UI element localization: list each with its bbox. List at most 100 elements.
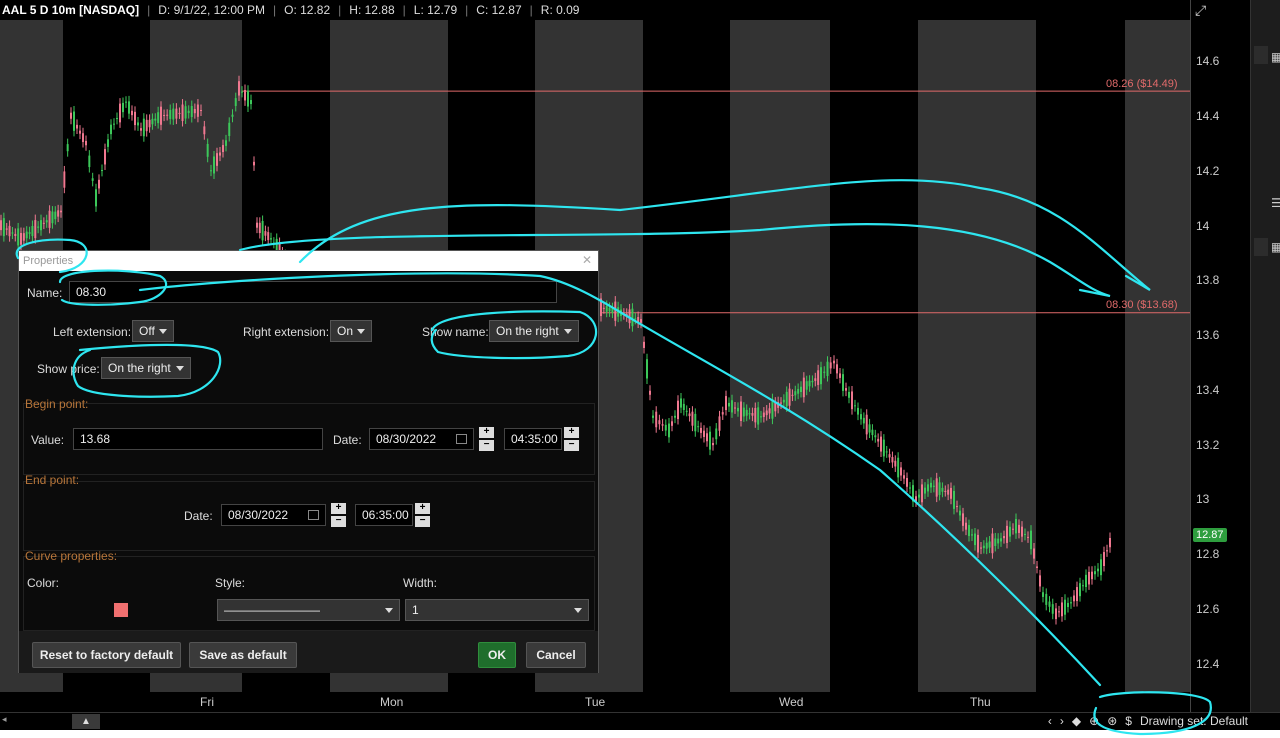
- candle-body: [140, 128, 142, 131]
- candle-body: [37, 226, 40, 228]
- candle-body: [715, 428, 718, 440]
- increment-icon[interactable]: +: [479, 427, 494, 438]
- begin-time-stepper[interactable]: + −: [564, 427, 579, 451]
- scroll-right-icon[interactable]: ›: [1060, 714, 1064, 728]
- candle-body: [14, 233, 17, 236]
- candle-body: [682, 403, 685, 411]
- left-extension-select[interactable]: Off: [132, 320, 174, 342]
- end-date-input[interactable]: 08/30/2022: [221, 504, 326, 526]
- candle-body: [700, 427, 702, 433]
- candle-body: [903, 475, 905, 479]
- zoom-icon[interactable]: ⊛: [1107, 714, 1117, 728]
- side-panel-block[interactable]: [1254, 46, 1268, 64]
- price-line-label-0826[interactable]: 08.26 ($14.49): [1106, 78, 1178, 90]
- axis-tick: 13.8: [1196, 273, 1220, 287]
- candle-body: [709, 431, 711, 450]
- show-name-select[interactable]: On the right: [489, 320, 579, 342]
- candle-body: [256, 222, 258, 228]
- dollar-icon[interactable]: $: [1125, 714, 1132, 728]
- decrement-icon[interactable]: −: [415, 516, 430, 527]
- value-label: Value:: [31, 433, 65, 447]
- side-list-icon[interactable]: ☰: [1271, 196, 1280, 210]
- candle-body: [1039, 575, 1041, 587]
- price-line-label-0830[interactable]: 08.30 ($13.68): [1106, 299, 1178, 311]
- scroll-left-icon[interactable]: ◂: [2, 714, 7, 725]
- end-time-stepper[interactable]: + −: [415, 503, 430, 527]
- increment-icon[interactable]: +: [564, 427, 579, 438]
- candle-body: [1045, 593, 1048, 605]
- scroll-left-icon[interactable]: ‹: [1048, 714, 1052, 728]
- candle-body: [1058, 611, 1060, 613]
- increment-icon[interactable]: +: [415, 503, 430, 514]
- candle-body: [267, 232, 270, 241]
- candle-body: [1018, 524, 1020, 533]
- width-select[interactable]: 1: [405, 599, 589, 621]
- show-price-select[interactable]: On the right: [101, 357, 191, 379]
- price-axis[interactable]: ⤢ 14.6 14.4 14.2 14 13.8 13.6 13.4 13.2 …: [1190, 0, 1250, 712]
- candle-body: [1000, 538, 1002, 542]
- candle-body: [874, 435, 877, 438]
- right-extension-select[interactable]: On: [330, 320, 372, 342]
- value-input[interactable]: 13.68: [73, 428, 323, 450]
- side-panel-block[interactable]: [1254, 238, 1268, 256]
- crosshair-icon[interactable]: ⊕: [1089, 714, 1099, 728]
- calendar-icon[interactable]: [456, 434, 467, 444]
- candle-body: [22, 233, 25, 241]
- candle-body: [674, 415, 676, 418]
- expand-icon[interactable]: ⤢: [1195, 2, 1211, 18]
- candle-body: [950, 487, 952, 499]
- axis-tick: 14.4: [1196, 109, 1220, 123]
- calendar-icon[interactable]: [308, 510, 319, 520]
- end-date-stepper[interactable]: + −: [331, 503, 346, 527]
- right-extension-label: Right extension:: [243, 325, 330, 339]
- candle-body: [677, 400, 679, 420]
- save-as-default-button[interactable]: Save as default: [189, 642, 297, 668]
- cancel-button[interactable]: Cancel: [526, 642, 586, 668]
- color-swatch[interactable]: [114, 603, 128, 617]
- candle-body: [771, 399, 774, 419]
- collapse-panel-button[interactable]: ▲: [72, 714, 100, 729]
- candle-body: [854, 405, 856, 407]
- zoom-fit-icon[interactable]: ◆: [1072, 714, 1081, 728]
- candle-body: [882, 439, 885, 457]
- decrement-icon[interactable]: −: [564, 440, 579, 451]
- close-icon[interactable]: ✕: [582, 253, 592, 267]
- decrement-icon[interactable]: −: [331, 516, 346, 527]
- candle-body: [694, 413, 697, 432]
- symbol-label[interactable]: AAL 5 D 10m [NASDAQ]: [2, 3, 139, 17]
- drawing-set-selector[interactable]: Drawing set: Default: [1140, 714, 1248, 728]
- candle-body: [826, 361, 829, 376]
- candle-body: [1088, 571, 1090, 585]
- dialog-titlebar[interactable]: Properties ✕: [19, 251, 598, 271]
- candle-body: [802, 377, 805, 398]
- time-axis[interactable]: Fri Mon Tue Wed Thu: [0, 692, 1190, 712]
- candle-body: [646, 359, 648, 379]
- style-select[interactable]: ————————: [217, 599, 400, 621]
- name-input[interactable]: 08.30: [69, 281, 557, 303]
- axis-tick: 14.2: [1196, 164, 1220, 178]
- candle-body: [1076, 587, 1078, 602]
- candle-body: [839, 373, 841, 378]
- candle-body: [956, 506, 958, 508]
- candle-body: [620, 309, 622, 316]
- candle-body: [219, 152, 221, 156]
- end-time-input[interactable]: 06:35:00: [355, 504, 413, 526]
- increment-icon[interactable]: +: [331, 503, 346, 514]
- begin-time-input[interactable]: 04:35:00: [504, 428, 562, 450]
- ok-button[interactable]: OK: [478, 642, 516, 668]
- reset-to-factory-default-button[interactable]: Reset to factory default: [32, 642, 181, 668]
- begin-date-stepper[interactable]: + −: [479, 427, 494, 451]
- side-grid-icon[interactable]: ▦: [1271, 50, 1280, 64]
- candle-body: [944, 490, 947, 492]
- properties-dialog: Properties ✕ Name: 08.30 Left extension:…: [18, 250, 599, 673]
- candle-body: [625, 313, 628, 317]
- candle-body: [857, 407, 859, 415]
- candle-body: [1061, 602, 1063, 617]
- side-grid-icon[interactable]: ▦: [1271, 240, 1280, 254]
- show-name-value: On the right: [496, 324, 559, 338]
- decrement-icon[interactable]: −: [479, 440, 494, 451]
- candle-body: [909, 487, 911, 489]
- candle-body: [241, 91, 243, 93]
- candle-body: [85, 140, 87, 146]
- begin-date-input[interactable]: 08/30/2022: [369, 428, 474, 450]
